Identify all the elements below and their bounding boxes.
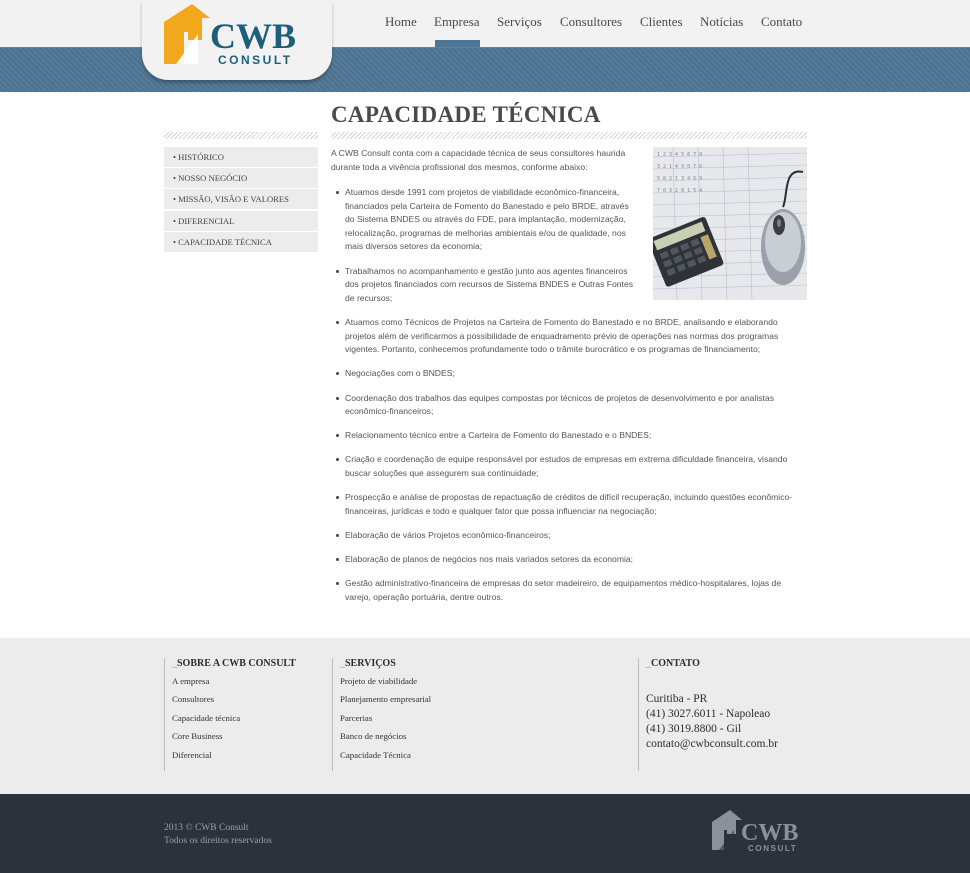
logo-text-sub: CONSULT [218,53,293,67]
footer-link-capacidade-tecnica-2[interactable]: Capacidade Técnica [340,746,638,764]
footer-logo[interactable]: CWB CONSULT [710,808,810,854]
intro-paragraph: A CWB Consult conta com a capacidade téc… [331,148,626,172]
list-item: Atuamos como Técnicos de Projetos na Car… [331,316,807,357]
footer-logo-text-sub: CONSULT [748,844,797,853]
footer-links-section: _SOBRE A CWB CONSULT A empresa Consultor… [0,638,970,794]
rights-line: Todos os direitos reservados [164,836,272,846]
footer-link-parcerias[interactable]: Parcerias [340,709,638,727]
list-item: Relacionamento técnico entre a Carteira … [331,429,807,443]
nav-active-indicator [435,40,480,47]
sidebar-item-historico[interactable]: • HISTÓRICO [164,147,318,167]
contact-phone-napoleao: (41) 3027.6011 - Napoleao [646,708,771,720]
sidebar-item-capacidade-tecnica[interactable]: • CAPACIDADE TÉCNICA [164,231,318,252]
list-item: Prospecção e análise de propostas de rep… [331,491,807,518]
sidebar: • HISTÓRICO • NOSSO NEGÓCIO • MISSÃO, VI… [164,132,318,253]
footer-col-about: _SOBRE A CWB CONSULT A empresa Consultor… [164,658,332,771]
sidebar-item-nosso-negocio[interactable]: • NOSSO NEGÓCIO [164,168,318,189]
copyright-line: 2013 © CWB Consult [164,823,249,833]
sidebar-divider [164,132,318,139]
footer-services-title-text: SERVIÇOS [345,658,396,669]
contact-phone-gil: (41) 3019.8800 - Gil [646,723,742,735]
sidebar-item-diferencial[interactable]: • DIFERENCIAL [164,210,318,231]
copyright: 2013 © CWB Consult Todos os direitos res… [164,822,272,848]
footer-services-title: _SERVIÇOS [340,658,638,672]
title-divider [331,132,807,139]
footer-link-projeto-viabilidade[interactable]: Projeto de viabilidade [340,672,638,690]
list-item: Atuamos desde 1991 com projetos de viabi… [331,186,807,254]
svg-text:1 2 3 4 5 6 7 8: 1 2 3 4 5 6 7 8 [657,152,702,158]
list-item: Trabalhamos no acompanhamento e gestão j… [331,265,807,306]
footer-link-a-empresa[interactable]: A empresa [172,672,332,690]
list-item: Negociações com o BNDES; [331,367,807,381]
footer-about-title-text: SOBRE A CWB CONSULT [177,658,296,669]
main-content: CAPACIDADE TÉCNICA A CWB Consult conta c… [331,102,807,602]
logo-text-main: CWB [210,16,296,56]
nav-contato[interactable]: Contato [761,14,802,30]
footer-col-services: _SERVIÇOS Projeto de viabilidade Planeja… [332,658,638,771]
cwb-consult-logo[interactable]: CWB CONSULT [162,4,312,68]
footer-about-title: _SOBRE A CWB CONSULT [172,658,332,672]
list-item: Coordenação dos trabalhos das equipes co… [331,392,807,419]
footer-link-planejamento[interactable]: Planejamento empresarial [340,690,638,708]
footer-link-core-business[interactable]: Core Business [172,727,332,745]
svg-text:3 2 1 4 9 0 7 6: 3 2 1 4 9 0 7 6 [657,164,702,170]
footer-link-diferencial[interactable]: Diferencial [172,746,332,764]
nav-clientes[interactable]: Clientes [640,14,683,30]
capabilities-list: Atuamos desde 1991 com projetos de viabi… [331,186,807,615]
footer-logo-text-main: CWB [741,820,798,846]
svg-text:5 8 2 1 3 4 6 9: 5 8 2 1 3 4 6 9 [657,176,702,182]
nav-consultores[interactable]: Consultores [560,14,622,30]
footer-link-banco-negocios[interactable]: Banco de negócios [340,727,638,745]
contact-email[interactable]: contato@cwbconsult.com.br [646,737,808,752]
contact-info: Curitiba - PR (41) 3027.6011 - Napoleao … [646,692,808,752]
nav-servicos[interactable]: Serviços [497,14,542,30]
footer-link-capacidade-tecnica[interactable]: Capacidade técnica [172,709,332,727]
page-title: CAPACIDADE TÉCNICA [331,102,601,127]
nav-home[interactable]: Home [385,14,417,30]
contact-city: Curitiba - PR [646,693,708,705]
footer-link-consultores[interactable]: Consultores [172,690,332,708]
nav-noticias[interactable]: Notícias [700,14,743,30]
list-item: Gestão administrativo-financeira de empr… [331,577,807,604]
footer-contact-title: _CONTATO [646,658,808,672]
nav-empresa[interactable]: Empresa [434,14,479,30]
footer-col-contact: _CONTATO Curitiba - PR (41) 3027.6011 - … [638,658,808,771]
sidebar-menu: • HISTÓRICO • NOSSO NEGÓCIO • MISSÃO, VI… [164,147,318,252]
list-item: Elaboração de vários Projetos econômico-… [331,529,807,543]
list-item: Criação e coordenação de equipe responsá… [331,453,807,480]
sidebar-item-missao-visao-valores[interactable]: • MISSÃO, VISÃO E VALORES [164,189,318,210]
list-item: Elaboração de planos de negócios nos mai… [331,553,807,567]
footer-contact-title-text: CONTATO [651,658,700,669]
site-header: CWB CONSULT Home Empresa Serviços Consul… [0,0,970,92]
footer-bottom-bar: 2013 © CWB Consult Todos os direitos res… [0,794,970,873]
